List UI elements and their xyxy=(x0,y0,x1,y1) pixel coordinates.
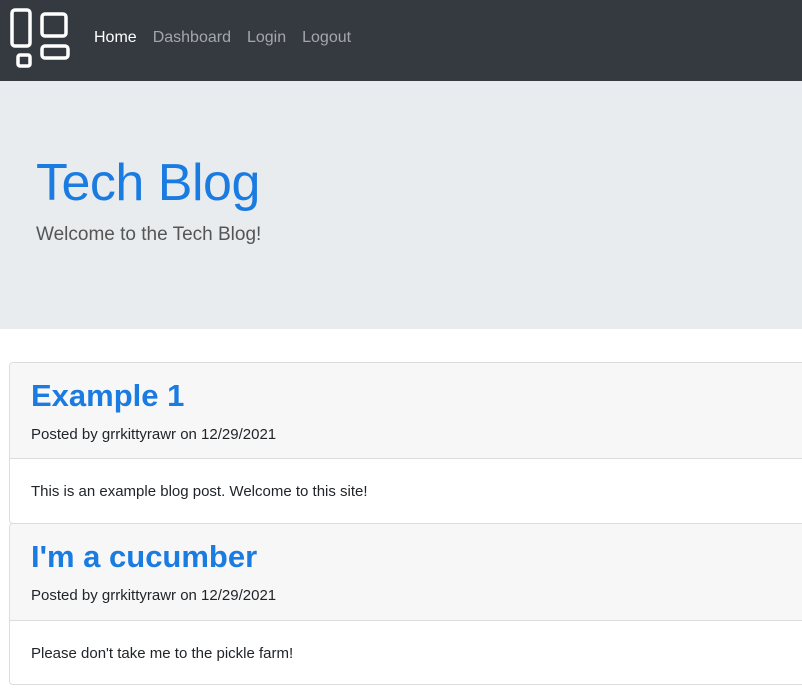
post-body-text: This is an example blog post. Welcome to… xyxy=(31,483,368,500)
nav-link-logout[interactable]: Logout xyxy=(302,28,351,48)
post-body-text: Please don't take me to the pickle farm! xyxy=(31,645,294,662)
dashboard-layout-icon[interactable] xyxy=(8,6,72,70)
post-title-link[interactable]: Example 1 xyxy=(31,376,184,416)
hero-banner: Tech Blog Welcome to the Tech Blog! xyxy=(0,81,802,329)
post-card: Example 1 Posted by grrkittyrawr on 12/2… xyxy=(9,362,802,524)
page-subtitle: Welcome to the Tech Blog! xyxy=(36,224,262,245)
post-card-body: Please don't take me to the pickle farm! xyxy=(10,621,802,684)
post-meta: Posted by grrkittyrawr on 12/29/2021 xyxy=(31,426,277,443)
nav-link-login[interactable]: Login xyxy=(247,28,286,48)
post-meta: Posted by grrkittyrawr on 12/29/2021 xyxy=(31,587,277,604)
nav-link-home[interactable]: Home xyxy=(94,28,137,48)
post-title-link[interactable]: I'm a cucumber xyxy=(31,537,257,577)
top-navbar: Home Dashboard Login Logout xyxy=(0,0,802,81)
post-card: I'm a cucumber Posted by grrkittyrawr on… xyxy=(9,523,802,685)
nav-links: Home Dashboard Login Logout xyxy=(94,28,367,48)
post-card-header: Example 1 Posted by grrkittyrawr on 12/2… xyxy=(10,363,802,459)
post-card-header: I'm a cucumber Posted by grrkittyrawr on… xyxy=(10,524,802,621)
post-card-body: This is an example blog post. Welcome to… xyxy=(10,459,802,523)
page-title: Tech Blog xyxy=(36,154,260,212)
nav-link-dashboard[interactable]: Dashboard xyxy=(153,28,231,48)
